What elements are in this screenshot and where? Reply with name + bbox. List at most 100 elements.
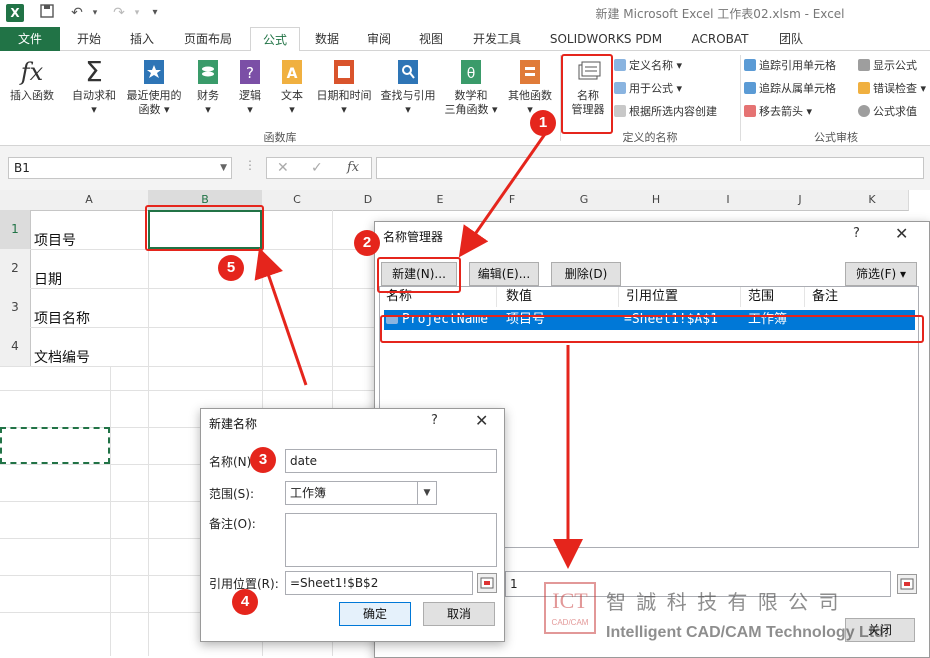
- copy-marquee: [0, 427, 110, 464]
- math-trig-button[interactable]: θ 数学和 三角函数 ▾: [442, 57, 500, 117]
- column-header-e[interactable]: E: [404, 190, 477, 211]
- tab-solidworks-pdm[interactable]: SOLIDWORKS PDM: [540, 27, 672, 51]
- refers-to-input[interactable]: =Sheet1!$B$2: [285, 571, 473, 595]
- more-functions-button[interactable]: 其他函数 ▾: [502, 57, 558, 117]
- scope-select[interactable]: 工作簿 ▼: [285, 481, 437, 505]
- filter-button[interactable]: 筛选(F) ▾: [845, 262, 917, 286]
- define-name-button[interactable]: 定义名称 ▾: [614, 57, 682, 75]
- row-header-4[interactable]: 4: [0, 327, 31, 367]
- help-icon[interactable]: ?: [853, 226, 860, 241]
- undo-icon[interactable]: ↶: [68, 4, 86, 22]
- row-header-1[interactable]: 1: [0, 210, 31, 250]
- column-header-h[interactable]: H: [620, 190, 693, 211]
- tab-acrobat[interactable]: ACROBAT: [678, 27, 762, 51]
- svg-text:θ: θ: [467, 66, 476, 82]
- select-all-corner[interactable]: [0, 190, 31, 211]
- date-time-button[interactable]: 日期和时间 ▾: [312, 57, 376, 117]
- trace-dependents-icon: [744, 82, 756, 94]
- close-icon[interactable]: ✕: [475, 411, 488, 430]
- name-input[interactable]: date: [285, 449, 497, 473]
- step-marker-2: 2: [354, 230, 380, 256]
- remove-arrows-button[interactable]: 移去箭头 ▾: [744, 103, 812, 121]
- tab-formulas[interactable]: 公式: [250, 27, 300, 53]
- cell-a3[interactable]: 项目名称: [34, 308, 90, 328]
- edit-name-button[interactable]: 编辑(E)...: [469, 262, 539, 286]
- svg-text:?: ?: [246, 64, 254, 82]
- show-formulas-button[interactable]: 显示公式: [858, 57, 917, 75]
- tab-team[interactable]: 团队: [768, 27, 814, 51]
- column-header-j[interactable]: J: [764, 190, 837, 211]
- highlight-cell-b1: [145, 205, 264, 251]
- cell-a2[interactable]: 日期: [34, 269, 62, 289]
- column-header-comment[interactable]: 备注: [806, 287, 912, 307]
- tab-insert[interactable]: 插入: [118, 27, 166, 51]
- insert-function-button[interactable]: fx 插入函数: [4, 57, 60, 103]
- financial-button[interactable]: 财务 ▾: [188, 57, 228, 117]
- tab-home[interactable]: 开始: [66, 27, 112, 51]
- column-header-k[interactable]: K: [836, 190, 909, 211]
- trace-precedents-button[interactable]: 追踪引用单元格: [744, 57, 836, 75]
- customize-qat-icon[interactable]: ▾: [146, 4, 164, 22]
- column-header-a[interactable]: A: [30, 190, 149, 211]
- tab-page-layout[interactable]: 页面布局: [172, 27, 244, 51]
- tab-file[interactable]: 文件: [0, 27, 60, 51]
- tab-developer[interactable]: 开发工具: [460, 27, 534, 51]
- logical-button[interactable]: ? 逻辑 ▾: [230, 57, 270, 117]
- use-in-formula-button[interactable]: 用于公式 ▾: [614, 80, 682, 98]
- column-header-value[interactable]: 数值: [500, 287, 619, 307]
- error-check-icon: [858, 82, 870, 94]
- column-header-refers-to[interactable]: 引用位置: [620, 287, 741, 307]
- row-header-2[interactable]: 2: [0, 249, 31, 289]
- remove-arrows-icon: [744, 105, 756, 117]
- help-icon[interactable]: ?: [431, 413, 438, 428]
- redo-icon[interactable]: ↷: [110, 4, 128, 22]
- sigma-icon: Σ: [85, 55, 103, 88]
- title-bar: X ↶ ▾ ↷ ▾ ▾ 新建 Microsoft Excel 工作表02.xls…: [0, 0, 930, 27]
- column-header-c[interactable]: C: [262, 190, 333, 211]
- error-checking-button[interactable]: 错误检查 ▾: [858, 80, 926, 98]
- fx-icon[interactable]: fx: [347, 160, 359, 175]
- redo-dropdown-icon[interactable]: ▾: [128, 4, 146, 22]
- name-box[interactable]: B1 ▼: [8, 157, 232, 179]
- cancel-icon[interactable]: ✕: [277, 160, 289, 176]
- save-icon[interactable]: [38, 4, 56, 22]
- undo-dropdown-icon[interactable]: ▾: [86, 4, 104, 22]
- tab-data[interactable]: 数据: [304, 27, 350, 51]
- highlight-name-row: [380, 315, 924, 343]
- evaluate-icon: [858, 105, 870, 117]
- column-header-g[interactable]: G: [548, 190, 621, 211]
- column-header-f[interactable]: F: [476, 190, 549, 211]
- chevron-down-icon[interactable]: ▼: [220, 158, 227, 178]
- ok-button[interactable]: 确定: [339, 602, 411, 626]
- drag-handle-icon[interactable]: ⋮: [244, 158, 256, 172]
- magnifier-book-icon: [398, 60, 418, 84]
- column-header-d[interactable]: D: [332, 190, 405, 211]
- text-book-icon: A: [282, 60, 302, 84]
- cell-a1[interactable]: 项目号: [34, 230, 76, 250]
- formula-tag-icon: [614, 82, 626, 94]
- text-button[interactable]: A 文本 ▾: [272, 57, 312, 117]
- create-from-selection-button[interactable]: 根据所选内容创建: [614, 103, 717, 121]
- chevron-down-icon[interactable]: ▼: [417, 482, 436, 504]
- column-header-scope[interactable]: 范围: [742, 287, 805, 307]
- autosum-button[interactable]: Σ 自动求和 ▾: [66, 57, 122, 117]
- close-icon[interactable]: ✕: [895, 224, 908, 243]
- delete-name-button[interactable]: 删除(D): [551, 262, 621, 286]
- collapse-dialog-icon[interactable]: [477, 573, 497, 593]
- evaluate-formula-button[interactable]: 公式求值: [858, 103, 917, 121]
- formula-auditing-label: 公式审核: [814, 131, 858, 144]
- comment-textarea[interactable]: [285, 513, 497, 567]
- formula-input[interactable]: [376, 157, 924, 179]
- cell-a4[interactable]: 文档编号: [34, 347, 90, 367]
- enter-icon[interactable]: ✓: [311, 160, 323, 176]
- column-header-i[interactable]: I: [692, 190, 765, 211]
- trace-dependents-button[interactable]: 追踪从属单元格: [744, 80, 836, 98]
- lookup-reference-button[interactable]: 查找与引用 ▾: [376, 57, 440, 117]
- formula-bar: B1 ▼ ⋮ ✕ ✓ fx: [0, 146, 930, 190]
- tab-view[interactable]: 视图: [408, 27, 454, 51]
- tab-review[interactable]: 审阅: [356, 27, 402, 51]
- row-header-3[interactable]: 3: [0, 288, 31, 328]
- name-label: 名称(N):: [209, 455, 256, 469]
- cancel-button[interactable]: 取消: [423, 602, 495, 626]
- recently-used-button[interactable]: 最近使用的 函数 ▾: [124, 57, 184, 117]
